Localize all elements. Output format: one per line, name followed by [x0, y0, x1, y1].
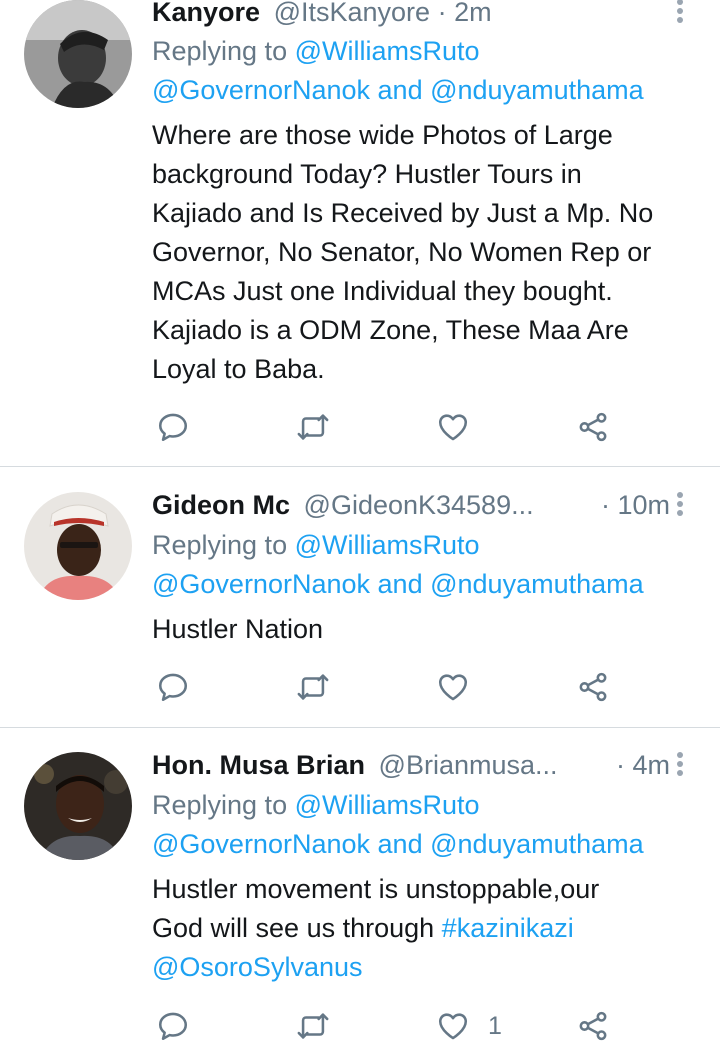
replying-to-line-2: @GovernorNanok and @nduyamuthama — [152, 565, 700, 604]
timestamp[interactable]: 4m — [632, 750, 670, 780]
mention-link[interactable]: @nduyamuthama — [430, 569, 644, 599]
mention-link[interactable]: @WilliamsRuto — [295, 790, 480, 820]
hashtag-link[interactable]: #kazinikazi — [442, 913, 574, 943]
share-icon — [579, 672, 607, 702]
share-icon — [579, 412, 607, 442]
tweet-text-line: Where are those wide Photos of Large — [152, 120, 613, 150]
avatar[interactable] — [24, 0, 132, 108]
more-vertical-icon[interactable] — [670, 489, 690, 519]
retweet-icon — [297, 1013, 329, 1039]
replying-and-label: and — [377, 569, 423, 599]
like-button[interactable]: 1 — [436, 1006, 502, 1046]
timestamp-group: · 4m — [616, 747, 670, 783]
retweet-button[interactable] — [296, 667, 330, 707]
share-icon — [579, 1011, 607, 1041]
tweet-3[interactable]: Hon. Musa Brian @Brianmusa... · 4m Reply… — [0, 728, 720, 1063]
reply-button[interactable] — [156, 667, 190, 707]
heart-icon — [438, 1013, 468, 1040]
timestamp[interactable]: 10m — [617, 490, 670, 520]
mention-link[interactable]: @OsoroSylvanus — [152, 952, 363, 982]
mention-link[interactable]: @nduyamuthama — [430, 75, 644, 105]
replying-to-line: Replying to @WilliamsRuto — [152, 526, 700, 565]
reply-button[interactable] — [156, 407, 190, 447]
tweet-text-line: Governor, No Senator, No Women Rep or — [152, 237, 652, 267]
user-handle[interactable]: @ItsKanyore — [274, 0, 430, 27]
replying-to-line-2: @GovernorNanok and @nduyamuthama — [152, 825, 700, 864]
replying-to-label: Replying to — [152, 790, 288, 820]
replying-to-line-2: @GovernorNanok and @nduyamuthama — [152, 71, 700, 110]
mention-link[interactable]: @GovernorNanok — [152, 829, 370, 859]
retweet-icon — [297, 674, 329, 700]
replying-to-label: Replying to — [152, 530, 288, 560]
tweet-actions — [152, 407, 632, 447]
avatar[interactable] — [24, 752, 132, 860]
mention-link[interactable]: @nduyamuthama — [430, 829, 644, 859]
tweet-header: Hon. Musa Brian @Brianmusa... · 4m — [152, 747, 670, 783]
like-button[interactable] — [436, 407, 488, 447]
mention-link[interactable]: @WilliamsRuto — [295, 36, 480, 66]
tweet-text-line: God will see us through #kazinikazi — [152, 909, 700, 948]
retweet-button[interactable] — [296, 1006, 330, 1046]
tweet-header: Kanyore @ItsKanyore · 2m — [152, 0, 670, 30]
timestamp[interactable]: 2m — [454, 0, 492, 27]
tweet-text-line: Hustler movement is unstoppable,our — [152, 874, 600, 904]
replying-and-label: and — [377, 829, 423, 859]
more-vertical-icon[interactable] — [670, 749, 690, 779]
retweet-icon — [297, 414, 329, 440]
like-count: 1 — [488, 1011, 502, 1040]
tweet-text-line: @OsoroSylvanus — [152, 948, 700, 987]
tweet-text-line: Hustler Nation — [152, 614, 324, 644]
separator-dot: · — [437, 0, 447, 27]
tweet-2[interactable]: Gideon Mc @GideonK34589... · 10m Replyin… — [0, 467, 720, 727]
heart-icon — [438, 414, 468, 441]
replying-and-label: and — [377, 75, 423, 105]
display-name[interactable]: Kanyore — [152, 0, 260, 27]
retweet-button[interactable] — [296, 407, 330, 447]
tweet-header: Gideon Mc @GideonK34589... · 10m — [152, 487, 670, 523]
tweet-text-line: background Today? Hustler Tours in — [152, 159, 582, 189]
tweet-text: Where are those wide Photos of Large bac… — [152, 116, 700, 389]
separator-dot: · — [615, 750, 625, 780]
timestamp-group: · 10m — [601, 487, 670, 523]
tweet-text-line: Loyal to Baba. — [152, 354, 325, 384]
tweet-actions — [152, 667, 632, 707]
avatar[interactable] — [24, 492, 132, 600]
mention-link[interactable]: @WilliamsRuto — [295, 530, 480, 560]
tweet-text-line: MCAs Just one Individual they bought. — [152, 276, 613, 306]
share-button[interactable] — [576, 1006, 610, 1046]
separator-dot: · — [600, 490, 610, 520]
user-handle[interactable]: @Brianmusa... — [379, 750, 558, 780]
replying-to-line: Replying to @WilliamsRuto — [152, 786, 700, 825]
heart-icon — [438, 674, 468, 701]
replying-to-label: Replying to — [152, 36, 288, 66]
tweet-text: Hustler Nation — [152, 610, 700, 649]
mention-link[interactable]: @GovernorNanok — [152, 569, 370, 599]
like-button[interactable] — [436, 667, 488, 707]
mention-link[interactable]: @GovernorNanok — [152, 75, 370, 105]
reply-icon — [158, 673, 188, 702]
replying-to-line: Replying to @WilliamsRuto — [152, 32, 700, 71]
more-vertical-icon[interactable] — [670, 0, 690, 26]
tweet-text-segment: God will see us through — [152, 913, 435, 943]
user-handle[interactable]: @GideonK34589... — [304, 490, 534, 520]
tweet-text: Hustler movement is unstoppable,our God … — [152, 870, 700, 987]
reply-icon — [158, 413, 188, 442]
display-name[interactable]: Gideon Mc — [152, 490, 290, 520]
reply-icon — [158, 1012, 188, 1041]
share-button[interactable] — [576, 407, 610, 447]
tweet-text-line: Kajiado and Is Received by Just a Mp. No — [152, 198, 654, 228]
tweet-actions: 1 — [152, 1006, 632, 1046]
display-name[interactable]: Hon. Musa Brian — [152, 750, 365, 780]
tweet-text-line: Kajiado is a ODM Zone, These Maa Are — [152, 315, 629, 345]
reply-button[interactable] — [156, 1006, 190, 1046]
tweet-1[interactable]: Kanyore @ItsKanyore · 2m Replying to @Wi… — [0, 0, 720, 466]
share-button[interactable] — [576, 667, 610, 707]
